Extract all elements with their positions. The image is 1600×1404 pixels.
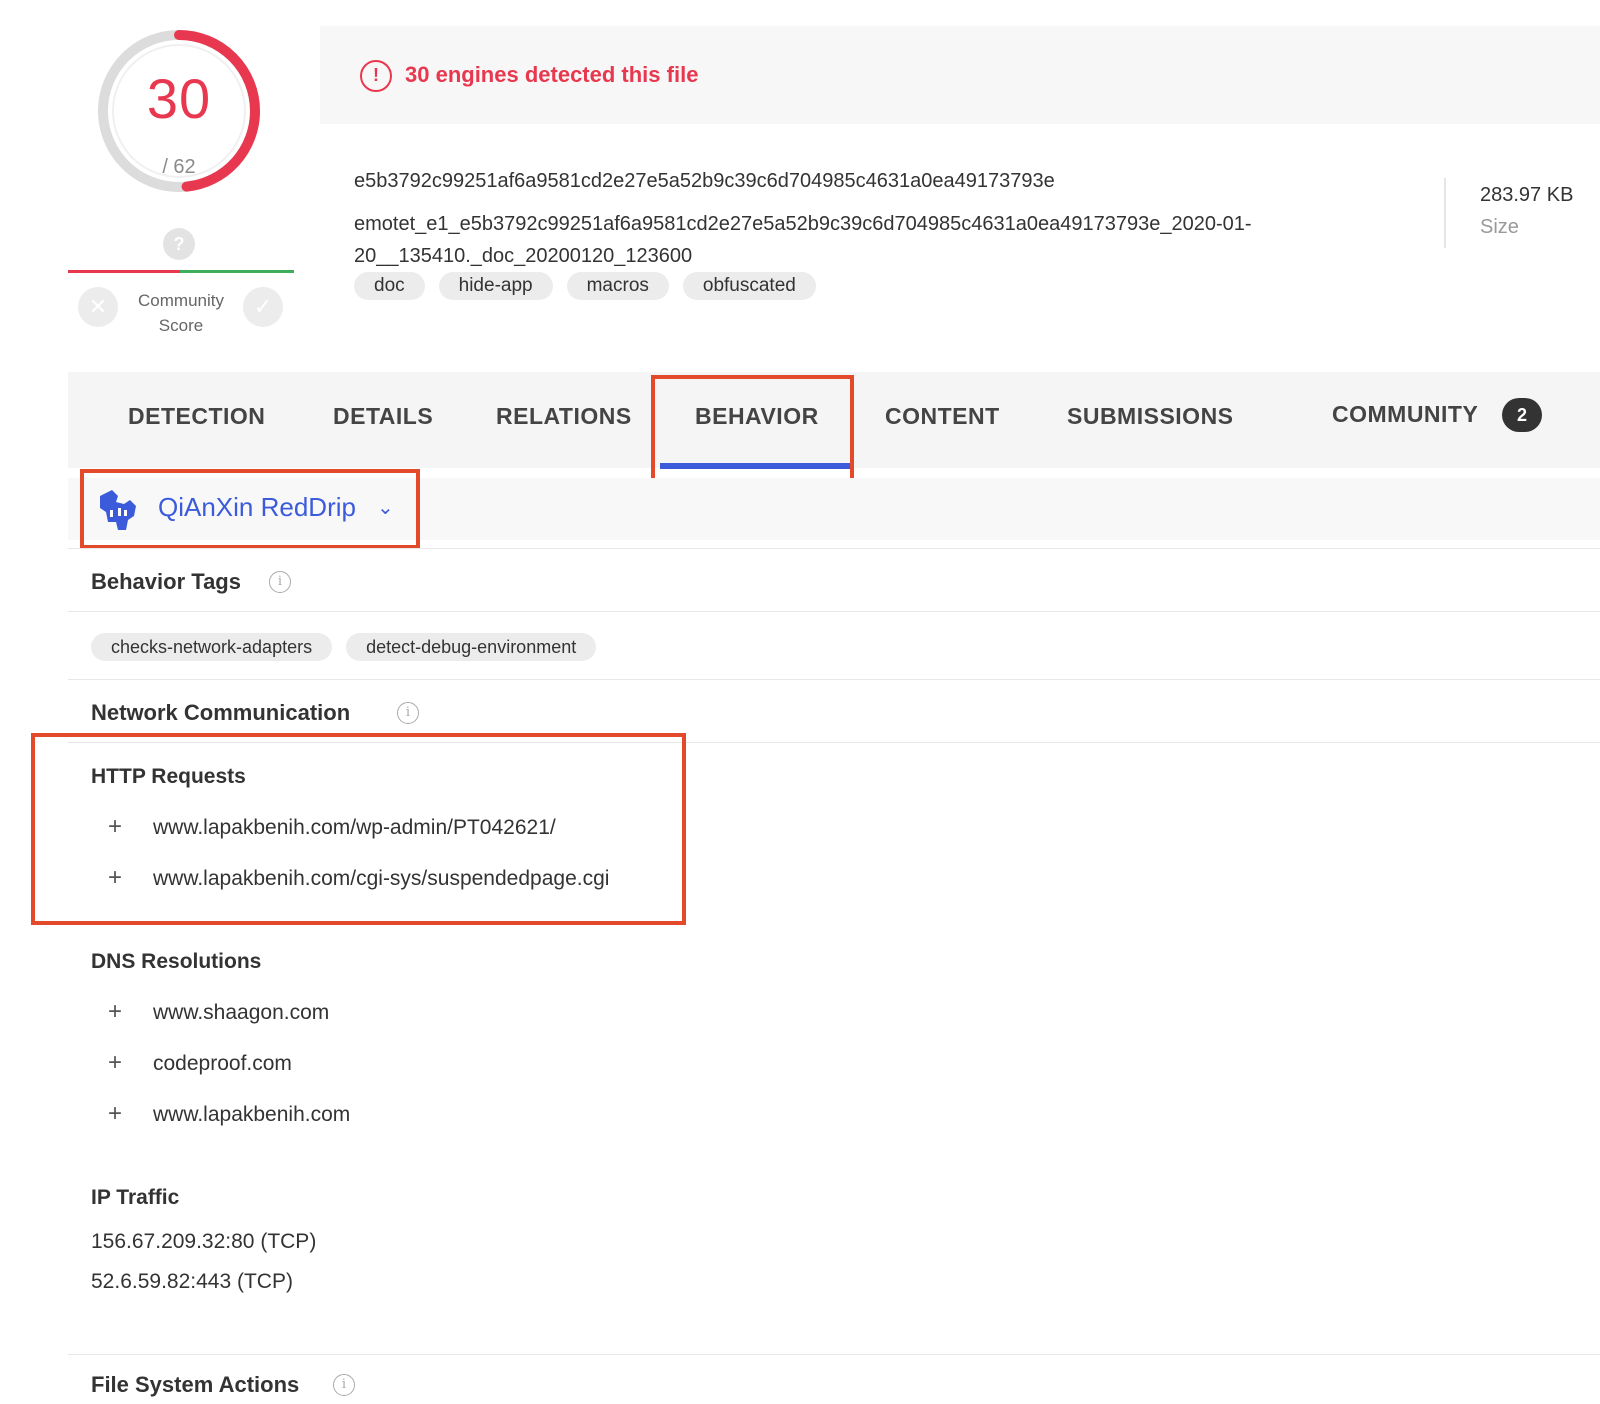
- file-tag[interactable]: macros: [566, 272, 669, 300]
- downvote-icon[interactable]: ✕: [78, 287, 118, 327]
- info-icon[interactable]: i: [333, 1374, 355, 1396]
- community-label-line2: Score: [158, 316, 204, 335]
- divider: [68, 679, 1600, 680]
- file-tags: doc hide-app macros obfuscated: [354, 272, 816, 300]
- file-tag[interactable]: obfuscated: [682, 272, 816, 300]
- file-hash[interactable]: e5b3792c99251af6a9581cd2e27e5a52b9c39c6d…: [354, 170, 1055, 193]
- community-question-icon: ?: [163, 228, 195, 260]
- file-size-label: Size: [1480, 216, 1519, 238]
- upvote-icon[interactable]: ✓: [243, 287, 283, 327]
- file-name: emotet_e1_e5b3792c99251af6a9581cd2e27e5a…: [354, 213, 1252, 267]
- behavior-tag[interactable]: checks-network-adapters: [91, 633, 333, 661]
- list-item[interactable]: + codeproof.com: [108, 1049, 292, 1077]
- divider: [68, 1354, 1600, 1355]
- tab-relations[interactable]: RELATIONS: [496, 403, 632, 430]
- alert-icon: !: [360, 60, 392, 92]
- file-size-value: 283.97 KB: [1480, 184, 1574, 206]
- behavior-tag-list: checks-network-adapters detect-debug-env…: [91, 633, 597, 661]
- dns-hostname[interactable]: www.shaagon.com: [153, 1001, 329, 1024]
- tab-detection[interactable]: DETECTION: [128, 403, 265, 430]
- file-system-actions-title: File System Actions: [91, 1372, 300, 1397]
- divider: [68, 548, 1600, 549]
- expand-plus-icon[interactable]: +: [108, 1100, 153, 1128]
- ip-traffic-entry[interactable]: 52.6.59.82:443 (TCP): [91, 1270, 293, 1294]
- divider: [68, 611, 1600, 612]
- dns-resolutions-title: DNS Resolutions: [91, 950, 262, 973]
- community-bar-positive: [180, 270, 294, 273]
- behavior-tag[interactable]: detect-debug-environment: [346, 633, 597, 661]
- community-bar-negative: [68, 270, 180, 273]
- detected-count: 30: [146, 67, 212, 130]
- list-item[interactable]: + www.lapakbenih.com: [108, 1100, 350, 1128]
- behavior-tags-title: Behavior Tags: [91, 569, 241, 594]
- dns-hostname[interactable]: codeproof.com: [153, 1052, 292, 1075]
- dns-hostname[interactable]: www.lapakbenih.com: [153, 1103, 350, 1126]
- network-communication-title: Network Communication: [91, 700, 351, 725]
- highlight-box-behavior-tab: [651, 375, 854, 485]
- list-item[interactable]: + www.shaagon.com: [108, 998, 329, 1026]
- tab-submissions[interactable]: SUBMISSIONS: [1067, 403, 1234, 430]
- ip-traffic-title: IP Traffic: [91, 1186, 180, 1209]
- ip-traffic-entry[interactable]: 156.67.209.32:80 (TCP): [91, 1230, 316, 1254]
- info-icon[interactable]: i: [397, 702, 419, 724]
- total-engines: / 62: [162, 156, 196, 178]
- divider: [1444, 178, 1446, 248]
- file-tag[interactable]: doc: [354, 272, 425, 300]
- detection-summary: 30 engines detected this file: [405, 62, 699, 87]
- tab-community[interactable]: COMMUNITY: [1332, 401, 1478, 428]
- file-tag[interactable]: hide-app: [438, 272, 553, 300]
- tab-details[interactable]: DETAILS: [333, 403, 433, 430]
- expand-plus-icon[interactable]: +: [108, 998, 153, 1026]
- expand-plus-icon[interactable]: +: [108, 1049, 153, 1077]
- community-label-line1: Community: [138, 291, 224, 310]
- highlight-box-http-requests: [31, 733, 686, 925]
- community-count-badge: 2: [1502, 398, 1542, 432]
- tab-content[interactable]: CONTENT: [885, 403, 1000, 430]
- detection-score-ring: 30 / 62: [94, 26, 264, 196]
- highlight-box-sandbox: [80, 469, 420, 549]
- community-score-label: Community Score: [126, 288, 236, 338]
- info-icon[interactable]: i: [269, 571, 291, 593]
